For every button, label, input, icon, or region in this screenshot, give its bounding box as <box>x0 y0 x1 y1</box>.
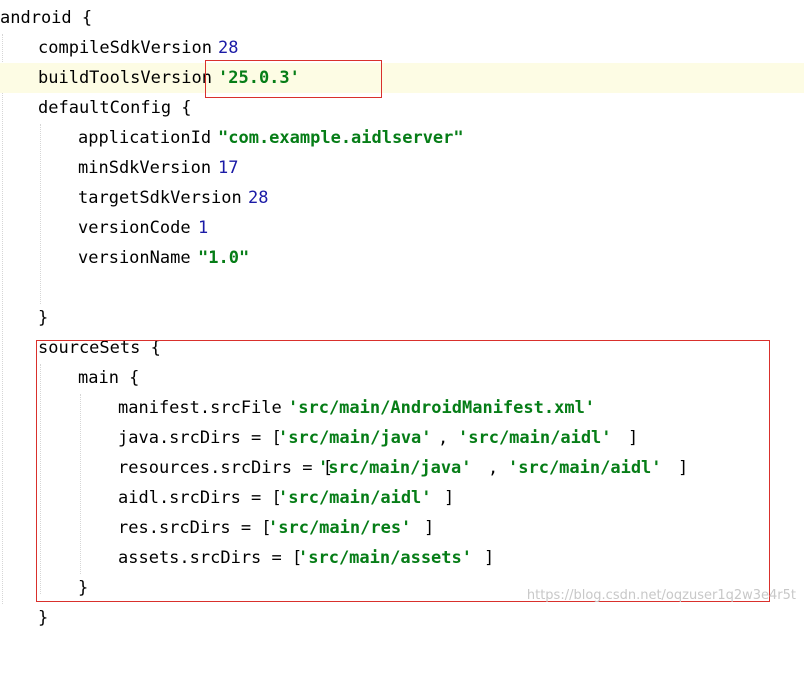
code-line: defaultConfig { <box>0 93 804 123</box>
code-token: defaultConfig { <box>38 98 192 118</box>
code-line: compileSdkVersion 28 <box>0 33 804 63</box>
code-number: 28 <box>218 38 239 58</box>
code-token: versionCode <box>78 218 201 238</box>
code-line: applicationId "com.example.aidlserver" <box>0 123 804 153</box>
code-token: minSdkVersion <box>78 158 222 178</box>
code-token: applicationId <box>78 128 222 148</box>
code-number: 28 <box>248 188 269 208</box>
code-number: 17 <box>218 158 239 178</box>
code-line: versionCode 1 <box>0 213 804 243</box>
code-string: "com.example.aidlserver" <box>218 128 464 148</box>
code-number: 1 <box>198 218 209 238</box>
code-token: } <box>38 308 49 328</box>
code-token: } <box>38 608 49 628</box>
code-line: versionName "1.0" <box>0 243 804 273</box>
annotation-box-source-sets <box>36 340 770 602</box>
code-editor[interactable]: android { compileSdkVersion 28 buildTool… <box>0 0 804 628</box>
code-line: } <box>0 303 804 333</box>
code-line: minSdkVersion 17 <box>0 153 804 183</box>
code-token: versionName <box>78 248 201 268</box>
annotation-box-build-tools <box>205 60 382 98</box>
code-line: targetSdkVersion 28 <box>0 183 804 213</box>
current-code-line: buildToolsVersion '25.0.3' <box>0 63 804 93</box>
code-token: targetSdkVersion <box>78 188 252 208</box>
code-token: compileSdkVersion <box>38 38 223 58</box>
watermark: https://blog.csdn.net/oqzuser1q2w3e4r5t <box>526 588 796 603</box>
code-line: android { <box>0 3 804 33</box>
code-token: buildToolsVersion <box>38 68 223 88</box>
code-line: } <box>0 603 804 633</box>
code-string: "1.0" <box>198 248 250 268</box>
code-token: android { <box>0 8 93 28</box>
